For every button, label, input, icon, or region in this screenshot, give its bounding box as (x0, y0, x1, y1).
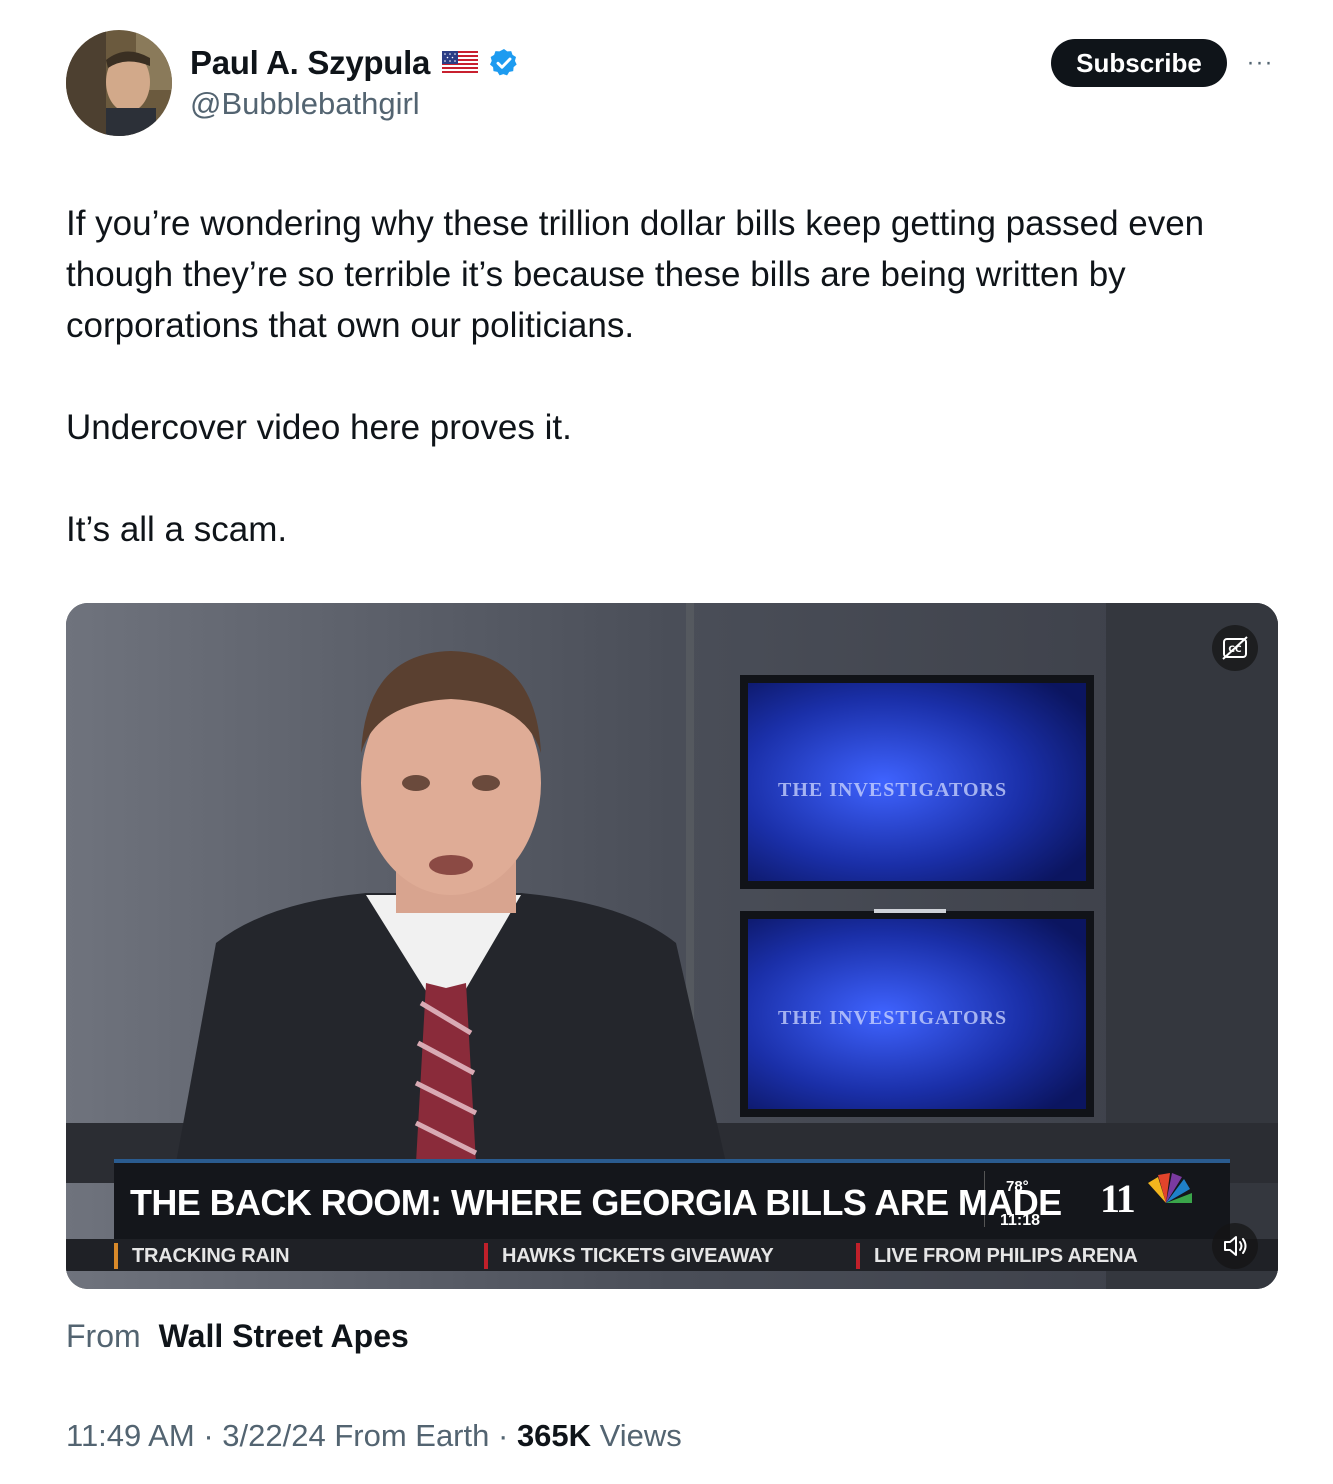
station-logo: 11 (1100, 1176, 1136, 1221)
author-display-name[interactable]: Paul A. Szypula (190, 44, 430, 82)
avatar[interactable] (66, 30, 172, 136)
ticker-item: LIVE FROM PHILIPS ARENA (874, 1245, 1138, 1267)
ticker-item: HAWKS TICKETS GIVEAWAY (502, 1245, 774, 1267)
mute-button[interactable] (1212, 1223, 1258, 1269)
tweet-paragraph: Undercover video here proves it. (66, 408, 572, 447)
views-label: Views (599, 1418, 682, 1453)
tweet-text: If you’re wondering why these trillion d… (66, 198, 1296, 555)
from-label: From (66, 1318, 141, 1354)
meta-separator: · (497, 1418, 509, 1453)
tweet-meta: 11:49 AM · 3/22/24 From Earth · 365K Vie… (66, 1418, 682, 1454)
closed-captions-button[interactable]: CC (1212, 625, 1258, 671)
ticker-item: TRACKING RAIN (132, 1245, 290, 1267)
tweet-paragraph: It’s all a scam. (66, 510, 288, 549)
video-player[interactable]: THE INVESTIGATORS THE INVESTIGATORS THE … (66, 603, 1278, 1289)
tweet-date[interactable]: 3/22/24 (222, 1418, 325, 1453)
temperature-readout: 78° (1006, 1178, 1029, 1195)
author-handle[interactable]: @Bubblebathgirl (190, 86, 420, 122)
meta-separator: · (203, 1418, 214, 1453)
media-attribution: From Wall Street Apes (66, 1318, 409, 1355)
tweet-time[interactable]: 11:49 AM (66, 1418, 195, 1453)
tweet-paragraph: If you’re wondering why these trillion d… (66, 204, 1205, 345)
source-account-link[interactable]: Wall Street Apes (159, 1318, 409, 1354)
author-name-row[interactable]: Paul A. Szypula (190, 40, 520, 86)
subscribe-button[interactable]: Subscribe (1051, 39, 1227, 87)
tweet-location: From Earth (334, 1418, 490, 1453)
verified-badge-icon[interactable] (488, 47, 520, 79)
monitor-label: THE INVESTIGATORS (778, 779, 1008, 801)
speaker-icon (1224, 1236, 1247, 1256)
closed-captions-icon: CC (1222, 636, 1248, 660)
monitor-label: THE INVESTIGATORS (778, 1007, 1008, 1029)
us-flag-icon (442, 51, 479, 75)
more-options-icon[interactable]: ··· (1242, 46, 1278, 80)
avatar-photo (66, 30, 172, 136)
chyron-headline: THE BACK ROOM: WHERE GEORGIA BILLS ARE M… (130, 1182, 1062, 1223)
views-count: 365K (516, 1418, 592, 1453)
time-readout: 11:18 (1000, 1212, 1041, 1229)
